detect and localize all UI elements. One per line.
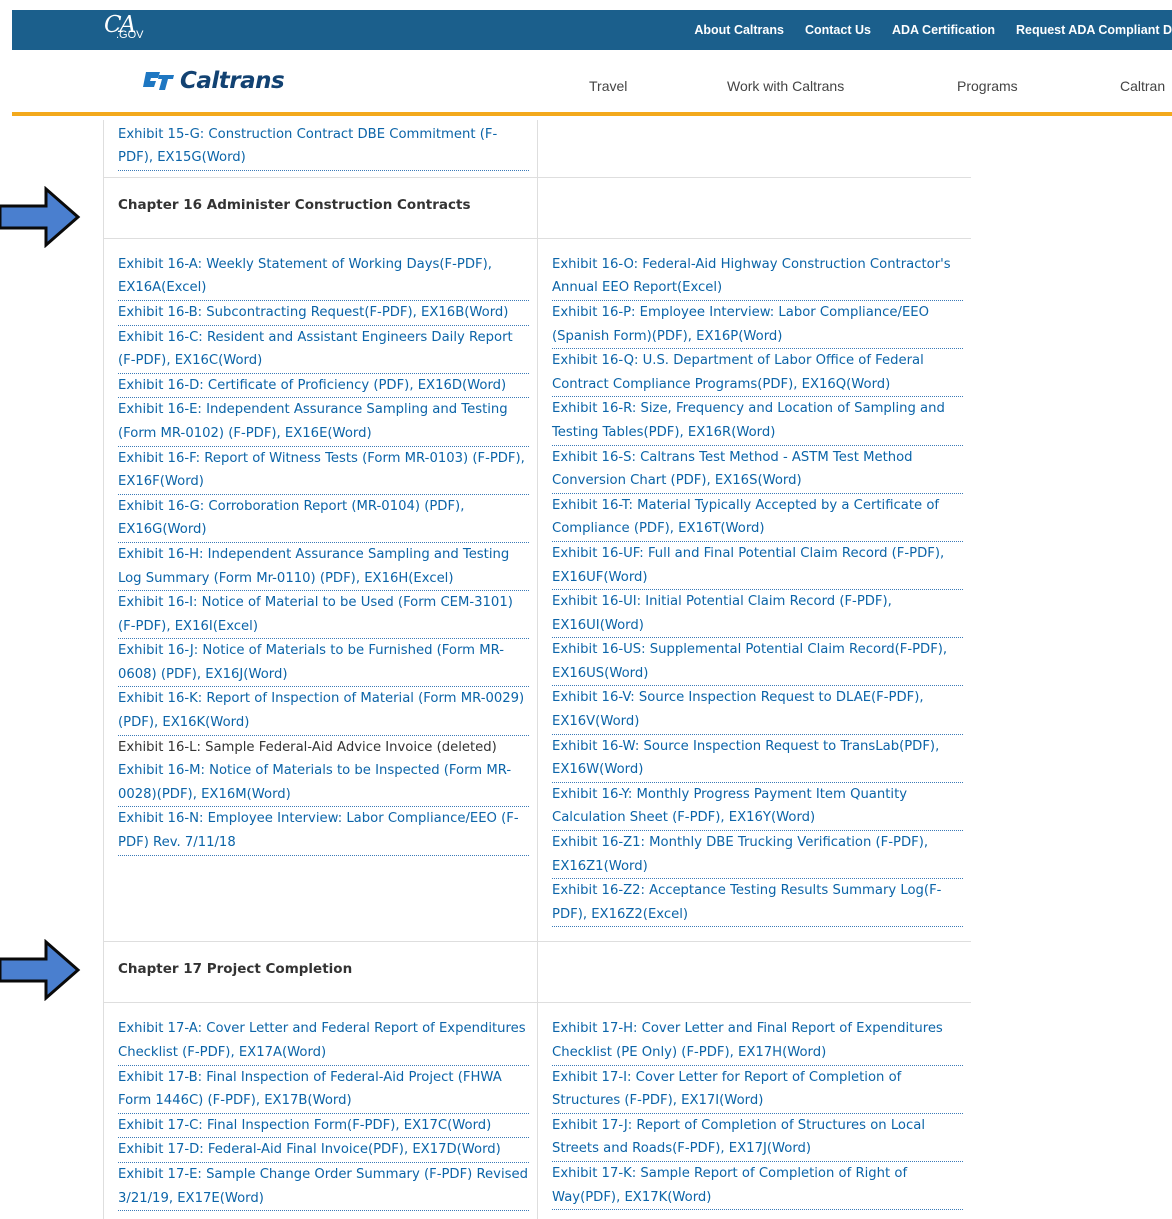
exhibit-link[interactable]: Exhibit 17-I: Cover Letter for Report of… [552,1066,963,1114]
chapter-empty-cell [537,176,971,239]
exhibit-link[interactable]: Exhibit 17-B: Final Inspection of Federa… [118,1066,529,1114]
exhibit-link[interactable]: Exhibit 16-Z2: Acceptance Testing Result… [552,879,963,928]
exhibit-link[interactable]: Exhibit 16-E: Independent Assurance Samp… [118,398,529,447]
exhibit-link[interactable]: Exhibit 16-Y: Monthly Progress Payment I… [552,783,963,832]
exhibit-link[interactable]: Exhibit 16-P: Employee Interview: Labor … [552,301,963,350]
nav-item-programs[interactable]: Programs [957,78,1018,94]
main-nav-bar: Caltrans Travel Work with Caltrans Progr… [12,50,1172,116]
exhibit-link[interactable]: Exhibit 16-D: Certificate of Proficiency… [118,374,529,399]
ca-gov-logo-icon[interactable]: CA .GOV [102,12,162,46]
chapter-row: Chapter 16 Administer Construction Contr… [103,176,971,239]
caltrans-wordmark: Caltrans [180,68,285,94]
exhibit-link[interactable]: Exhibit 16-K: Report of Inspection of Ma… [118,687,529,736]
chapter-row: Chapter 17 Project Completion [103,941,971,1004]
exhibits-cell-left: Exhibit 15-F: DeletedExhibit 15-G: Const… [103,120,538,178]
contact-us-link[interactable]: Contact Us [805,23,871,37]
exhibit-link[interactable]: Exhibit 16-G: Corroboration Report (MR-0… [118,495,529,543]
about-caltrans-link[interactable]: About Caltrans [694,23,784,37]
exhibits-cell-right: Exhibit 17-H: Cover Letter and Final Rep… [537,1002,971,1219]
exhibit-link[interactable]: Exhibit 16-T: Material Typically Accepte… [552,494,963,542]
exhibit-link[interactable]: Exhibit 16-W: Source Inspection Request … [552,735,963,783]
exhibit-text: Exhibit 15-N: Finance Letter Use Exhibit… [552,120,963,123]
exhibits-cell-right: Exhibit 15-N: Finance Letter Use Exhibit… [537,120,971,178]
exhibit-link[interactable]: Exhibit 17-A: Cover Letter and Federal R… [118,1017,529,1066]
exhibit-text: Exhibit 16-L: Sample Federal-Aid Advice … [118,739,497,755]
exhibit-link[interactable]: Exhibit 16-US: Supplemental Potential Cl… [552,638,963,687]
exhibit-link[interactable]: Exhibit 16-S: Caltrans Test Method - AST… [552,446,963,494]
exhibits-cell-left: Exhibit 16-A: Weekly Statement of Workin… [103,237,538,943]
state-header-bar: CA .GOV About Caltrans Contact Us ADA Ce… [12,10,1172,50]
exhibit-link[interactable]: Exhibit 17-C: Final Inspection Form(F-PD… [118,1114,529,1139]
exhibit-link[interactable]: Exhibit 16-M: Notice of Materials to be … [118,759,529,808]
caltrans-logo-icon[interactable]: Caltrans [140,68,285,94]
chapter-title: Chapter 17 Project Completion [103,941,538,1004]
exhibits-row: Exhibit 16-A: Weekly Statement of Workin… [103,237,971,943]
exhibit-link[interactable]: Exhibit 15-G: Construction Contract DBE … [118,123,529,171]
exhibit-link[interactable]: Exhibit 17-D: Federal-Aid Final Invoice(… [118,1138,529,1163]
exhibits-table: Exhibit 15-F: DeletedExhibit 15-G: Const… [103,120,971,1219]
exhibit-link[interactable]: Exhibit 17-E: Sample Change Order Summar… [118,1163,529,1212]
exhibit-link[interactable]: Exhibit 17-K: Sample Report of Completio… [552,1162,963,1211]
exhibit-link[interactable]: Exhibit 16-V: Source Inspection Request … [552,686,963,735]
exhibits-row: Exhibit 15-F: DeletedExhibit 15-G: Const… [103,120,971,178]
exhibits-cell-left: Exhibit 17-A: Cover Letter and Federal R… [103,1002,538,1219]
exhibit-link[interactable]: Exhibit 16-I: Notice of Material to be U… [118,591,529,640]
right-arrow-icon [0,186,81,248]
exhibit-link[interactable]: Exhibit 17-J: Report of Completion of St… [552,1114,963,1162]
exhibit-link[interactable]: Exhibit 16-O: Federal-Aid Highway Constr… [552,253,963,301]
exhibits-scroll: Exhibit 15-F: DeletedExhibit 15-G: Const… [103,120,971,1219]
exhibit-link[interactable]: Exhibit 17-H: Cover Letter and Final Rep… [552,1017,963,1066]
chapter-empty-cell [537,941,971,1004]
nav-item-work-with-caltrans[interactable]: Work with Caltrans [727,78,844,94]
exhibits-cell-right: Exhibit 16-O: Federal-Aid Highway Constr… [537,237,971,943]
exhibit-link[interactable]: Exhibit 16-A: Weekly Statement of Workin… [118,253,529,301]
exhibit-link[interactable]: Exhibit 16-R: Size, Frequency and Locati… [552,397,963,446]
exhibit-link[interactable]: Exhibit 16-H: Independent Assurance Samp… [118,543,529,592]
request-ada-link[interactable]: Request ADA Compliant D [1016,23,1172,37]
ca-gov-logo-gov: .GOV [116,29,144,41]
nav-item-travel[interactable]: Travel [589,78,627,94]
utility-links: About Caltrans Contact Us ADA Certificat… [673,10,1172,50]
nav-item-caltrans[interactable]: Caltran [1120,78,1165,94]
exhibit-link[interactable]: Exhibit 16-UF: Full and Final Potential … [552,542,963,591]
exhibit-link[interactable]: Exhibit 16-J: Notice of Materials to be … [118,639,529,688]
exhibits-row: Exhibit 17-A: Cover Letter and Federal R… [103,1002,971,1219]
exhibit-link[interactable]: Exhibit 16-F: Report of Witness Tests (F… [118,447,529,495]
exhibit-link[interactable]: Exhibit 16-Z1: Monthly DBE Trucking Veri… [552,831,963,880]
chapter-title: Chapter 16 Administer Construction Contr… [103,176,538,239]
caltrans-mark-icon [143,72,174,90]
exhibit-link[interactable]: Exhibit 16-B: Subcontracting Request(F-P… [118,301,529,326]
exhibit-link[interactable]: Exhibit 16-UI: Initial Potential Claim R… [552,590,963,639]
exhibit-link[interactable]: Exhibit 16-N: Employee Interview: Labor … [118,807,529,856]
ada-certification-link[interactable]: ADA Certification [892,23,995,37]
exhibits-content: Exhibit 15-F: DeletedExhibit 15-G: Const… [103,120,971,1219]
exhibit-link[interactable]: Exhibit 16-Q: U.S. Department of Labor O… [552,349,963,398]
exhibit-link[interactable]: Exhibit 16-C: Resident and Assistant Eng… [118,326,529,374]
right-arrow-icon [0,939,81,1001]
